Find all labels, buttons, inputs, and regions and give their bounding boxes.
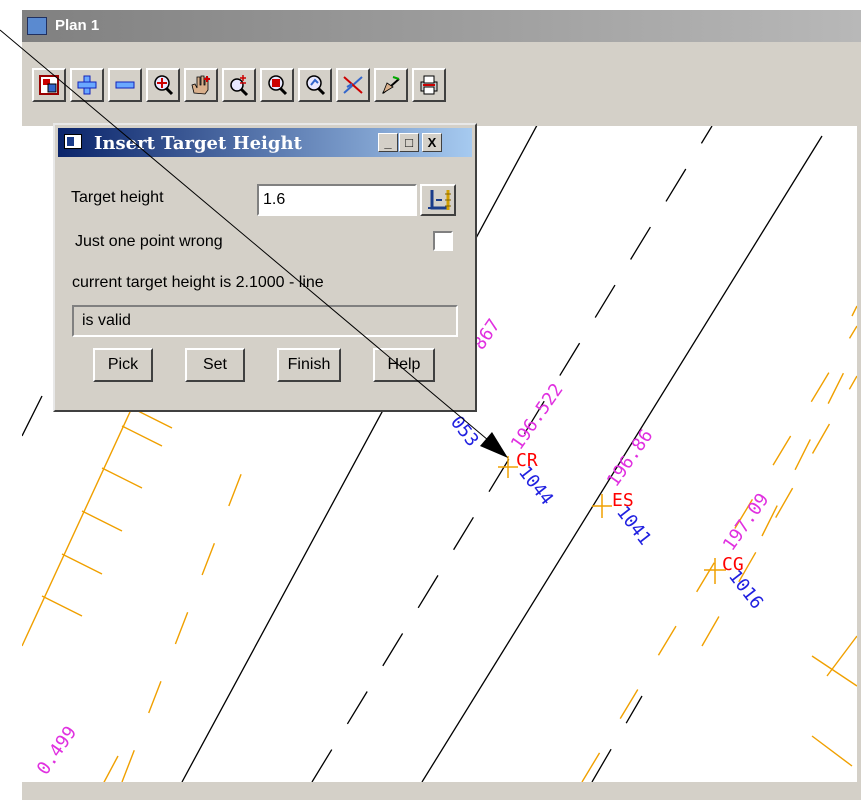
batter-line xyxy=(22,385,143,647)
finish-button[interactable]: Finish xyxy=(277,348,341,382)
print-icon[interactable] xyxy=(412,68,446,102)
pan-icon[interactable] xyxy=(184,68,218,102)
dialog-titlebar[interactable]: Insert Target Height _ □ X xyxy=(58,128,472,157)
pick-button[interactable]: Pick xyxy=(93,348,153,382)
point-es-id: 1041 xyxy=(612,502,655,549)
views-icon[interactable] xyxy=(32,68,66,102)
maximize-button[interactable]: □ xyxy=(399,133,419,152)
point-cr-height: 196.522 xyxy=(507,380,568,454)
help-button[interactable]: Help xyxy=(373,348,435,382)
batter-tick xyxy=(61,553,103,575)
target-height-input[interactable] xyxy=(257,184,417,216)
batter-line xyxy=(103,755,119,782)
point-cg-id: 1016 xyxy=(724,566,767,613)
partial-id-label: 053 xyxy=(446,412,483,451)
centre-line xyxy=(591,695,643,782)
road-line xyxy=(22,395,43,437)
minimize-button[interactable]: _ xyxy=(378,133,398,152)
zoom-in-icon[interactable] xyxy=(70,68,104,102)
batter-dash xyxy=(761,345,857,537)
batter-tick xyxy=(811,655,857,687)
zoom-window-icon[interactable] xyxy=(260,68,294,102)
plan-bottom-border xyxy=(22,782,861,800)
dialog-title: Insert Target Height xyxy=(94,133,302,154)
pick-height-icon[interactable] xyxy=(420,184,456,216)
batter-dash xyxy=(121,445,253,782)
close-button[interactable]: X xyxy=(422,133,442,152)
batter-tick xyxy=(101,467,143,489)
target-height-label: Target height xyxy=(71,189,164,206)
batter-tick xyxy=(81,510,123,532)
zoom-previous-icon[interactable] xyxy=(298,68,332,102)
point-cr: CR 196.522 1044 xyxy=(498,380,568,509)
just-one-point-checkbox[interactable] xyxy=(433,231,453,251)
batter-tick xyxy=(121,425,163,447)
point-es-height: 196.86 xyxy=(603,426,658,491)
status-field: is valid xyxy=(72,305,458,337)
batter-line xyxy=(851,305,857,317)
partial-height-label-2: 0.499 xyxy=(33,722,81,778)
plan-window-icon xyxy=(27,17,47,35)
plan-toolbar xyxy=(22,42,861,108)
batter-dash xyxy=(581,325,857,782)
zoom-plus-minus-icon[interactable] xyxy=(222,68,256,102)
batter-tick xyxy=(826,635,857,677)
just-one-point-label: Just one point wrong xyxy=(75,233,223,250)
cross-section-icon[interactable] xyxy=(336,68,370,102)
dialog-window-icon xyxy=(64,134,82,149)
point-cg: CG 197.09 1016 xyxy=(704,490,774,613)
centre-zoom-icon[interactable] xyxy=(146,68,180,102)
batter-dash xyxy=(701,375,857,647)
pick-icon[interactable] xyxy=(374,68,408,102)
plan-title: Plan 1 xyxy=(55,17,100,34)
zoom-out-icon[interactable] xyxy=(108,68,142,102)
insert-target-height-dialog: Insert Target Height _ □ X Target height… xyxy=(53,123,477,412)
plan-titlebar[interactable]: Plan 1 xyxy=(22,10,861,42)
point-cr-id: 1044 xyxy=(514,462,557,509)
set-button[interactable]: Set xyxy=(185,348,245,382)
batter-tick xyxy=(41,595,83,617)
current-target-text: current target height is 2.1000 - line xyxy=(72,274,324,291)
point-es: ES 196.86 1041 xyxy=(592,426,658,549)
batter-tick xyxy=(811,735,853,767)
point-cg-height: 197.09 xyxy=(719,490,774,555)
